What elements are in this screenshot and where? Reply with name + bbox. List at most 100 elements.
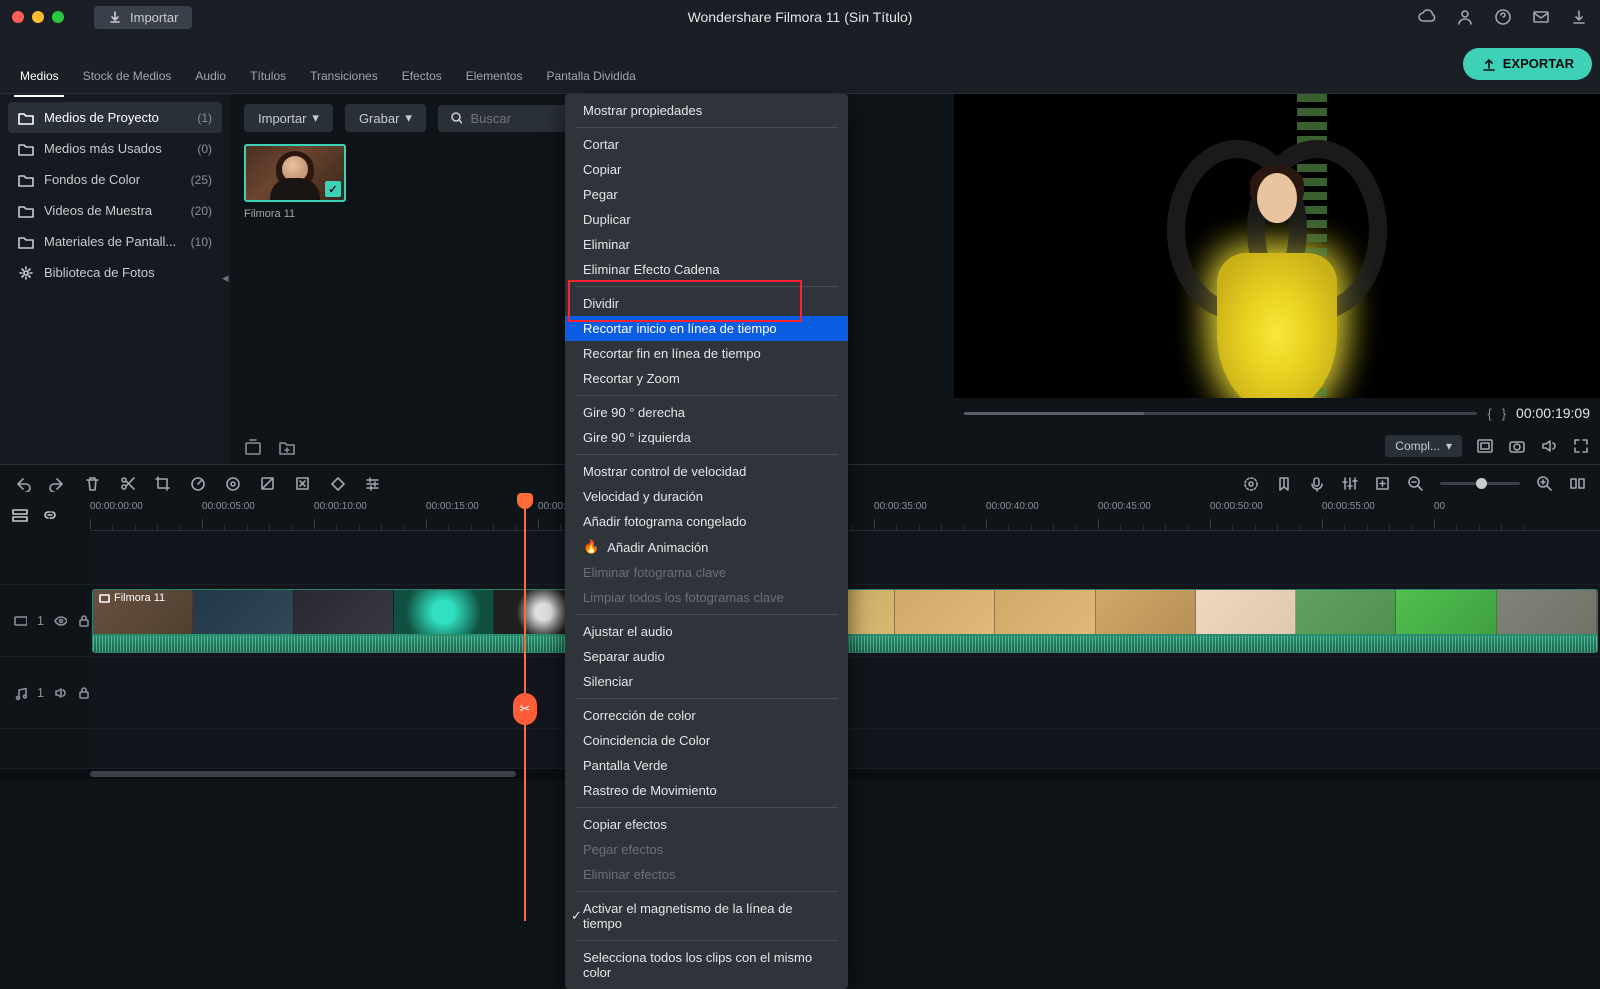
menu-delete[interactable]: Eliminar — [565, 232, 848, 257]
menu-split[interactable]: Dividir — [565, 291, 848, 316]
tab-titles[interactable]: Títulos — [238, 39, 298, 89]
sidebar-item-color-backgrounds[interactable]: Fondos de Color (25) — [8, 164, 222, 195]
render-icon[interactable] — [1242, 475, 1259, 492]
crop-icon[interactable] — [154, 475, 171, 492]
tab-label: Efectos — [402, 69, 442, 83]
menu-speed-duration[interactable]: Velocidad y duración — [565, 484, 848, 509]
mail-icon[interactable] — [1532, 8, 1550, 26]
support-icon[interactable] — [1494, 8, 1512, 26]
volume-icon[interactable] — [1540, 437, 1558, 455]
chevron-down-icon: ▾ — [1446, 439, 1452, 453]
menu-snap-toggle[interactable]: Activar el magnetismo de la línea de tie… — [565, 896, 848, 936]
menu-trim-start[interactable]: Recortar inicio en línea de tiempo — [565, 316, 848, 341]
ruler-tick: 00:00:00:00 — [90, 501, 143, 512]
export-button[interactable]: EXPORTAR — [1463, 48, 1592, 80]
mask-icon[interactable] — [294, 475, 311, 492]
menu-color-correct[interactable]: Corrección de color — [565, 703, 848, 728]
menu-adjust-audio[interactable]: Ajustar el audio — [565, 619, 848, 644]
greenscreen-icon[interactable] — [259, 475, 276, 492]
menu-freeze-frame[interactable]: Añadir fotograma congelado — [565, 509, 848, 534]
trash-icon[interactable] — [84, 475, 101, 492]
redo-icon[interactable] — [49, 475, 66, 492]
tab-audio[interactable]: Audio — [183, 39, 238, 89]
add-folder-icon[interactable] — [278, 438, 296, 456]
new-folder-icon[interactable] — [244, 438, 262, 456]
record-dropdown[interactable]: Grabar ▾ — [345, 104, 426, 132]
playhead[interactable]: ✂ — [524, 501, 526, 921]
menu-show-properties[interactable]: Mostrar propiedades — [565, 98, 848, 123]
tab-effects[interactable]: Efectos — [390, 39, 454, 89]
menu-copy-effects[interactable]: Copiar efectos — [565, 812, 848, 837]
safe-zone-icon[interactable] — [1476, 437, 1494, 455]
menu-paste[interactable]: Pegar — [565, 182, 848, 207]
menu-select-same-color[interactable]: Selecciona todos los clips con el mismo … — [565, 945, 848, 985]
tab-stock-media[interactable]: Stock de Medios — [71, 39, 184, 89]
cloud-icon[interactable] — [1418, 8, 1436, 26]
import-button[interactable]: Importar — [94, 6, 192, 29]
sidebar-item-screen-materials[interactable]: Materiales de Pantall... (10) — [8, 226, 222, 257]
menu-green-screen[interactable]: Pantalla Verde — [565, 753, 848, 778]
lock-icon[interactable] — [77, 614, 90, 628]
undo-icon[interactable] — [14, 475, 31, 492]
speed-icon[interactable] — [189, 475, 206, 492]
tab-label: Audio — [195, 69, 226, 83]
bracket-out-icon[interactable]: } — [1502, 406, 1506, 421]
maximize-window-button[interactable] — [52, 11, 64, 23]
tab-elements[interactable]: Elementos — [454, 39, 535, 89]
folder-icon — [18, 142, 34, 156]
download-icon[interactable] — [1570, 8, 1588, 26]
zoom-fit-icon[interactable] — [1569, 475, 1586, 492]
menu-cut[interactable]: Cortar — [565, 132, 848, 157]
voiceover-icon[interactable] — [1308, 475, 1325, 492]
sidebar-item-most-used[interactable]: Medios más Usados (0) — [8, 133, 222, 164]
mixer-icon[interactable] — [1341, 475, 1358, 492]
add-marker-icon[interactable] — [1374, 475, 1391, 492]
menu-color-match[interactable]: Coincidencia de Color — [565, 728, 848, 753]
menu-rotate-right[interactable]: Gire 90 ° derecha — [565, 400, 848, 425]
sidebar-item-sample-videos[interactable]: Videos de Muestra (20) — [8, 195, 222, 226]
import-dropdown[interactable]: Importar ▾ — [244, 104, 333, 132]
preview-canvas[interactable] — [954, 94, 1600, 398]
fullscreen-icon[interactable] — [1572, 437, 1590, 455]
bracket-in-icon[interactable]: { — [1487, 406, 1491, 421]
preview-quality-dropdown[interactable]: Compl... ▾ — [1385, 435, 1462, 457]
tab-split-screen[interactable]: Pantalla Dividida — [534, 39, 647, 89]
folder-icon — [18, 204, 34, 218]
menu-duplicate[interactable]: Duplicar — [565, 207, 848, 232]
track-manager-icon[interactable] — [12, 508, 28, 524]
account-icon[interactable] — [1456, 8, 1474, 26]
media-clip-thumbnail[interactable]: ✓ Filmora 11 — [244, 144, 346, 220]
close-window-button[interactable] — [12, 11, 24, 23]
visibility-icon[interactable] — [54, 614, 67, 628]
snapshot-icon[interactable] — [1508, 437, 1526, 455]
tab-media[interactable]: Medios — [8, 39, 71, 89]
adjust-icon[interactable] — [364, 475, 381, 492]
zoom-slider[interactable] — [1440, 482, 1520, 485]
marker-icon[interactable] — [1275, 475, 1292, 492]
zoom-out-icon[interactable] — [1407, 475, 1424, 492]
menu-motion-tracking[interactable]: Rastreo de Movimiento — [565, 778, 848, 803]
sidebar-item-photo-library[interactable]: Biblioteca de Fotos — [8, 257, 222, 288]
menu-add-animation[interactable]: 🔥Añadir Animación — [565, 534, 848, 560]
menu-detach-audio[interactable]: Separar audio — [565, 644, 848, 669]
keyframe-icon[interactable] — [329, 475, 346, 492]
preview-scrubber[interactable] — [964, 412, 1477, 415]
lock-icon[interactable] — [77, 686, 90, 700]
menu-crop-zoom[interactable]: Recortar y Zoom — [565, 366, 848, 391]
menu-trim-end[interactable]: Recortar fin en línea de tiempo — [565, 341, 848, 366]
menu-mute[interactable]: Silenciar — [565, 669, 848, 694]
split-scissors-icon[interactable]: ✂ — [513, 693, 537, 725]
playhead-grip[interactable] — [517, 493, 533, 509]
tab-transitions[interactable]: Transiciones — [298, 39, 390, 89]
color-icon[interactable] — [224, 475, 241, 492]
mute-icon[interactable] — [54, 686, 67, 700]
link-icon[interactable] — [42, 508, 58, 524]
ruler-tick: 00:00:15:00 — [426, 501, 479, 512]
menu-delete-ripple[interactable]: Eliminar Efecto Cadena — [565, 257, 848, 282]
sidebar-collapse-handle[interactable]: ◂ — [222, 270, 229, 286]
menu-copy[interactable]: Copiar — [565, 157, 848, 182]
menu-rotate-left[interactable]: Gire 90 ° izquierda — [565, 425, 848, 450]
scissors-icon[interactable] — [119, 475, 136, 492]
zoom-in-icon[interactable] — [1536, 475, 1553, 492]
menu-speed-control[interactable]: Mostrar control de velocidad — [565, 459, 848, 484]
